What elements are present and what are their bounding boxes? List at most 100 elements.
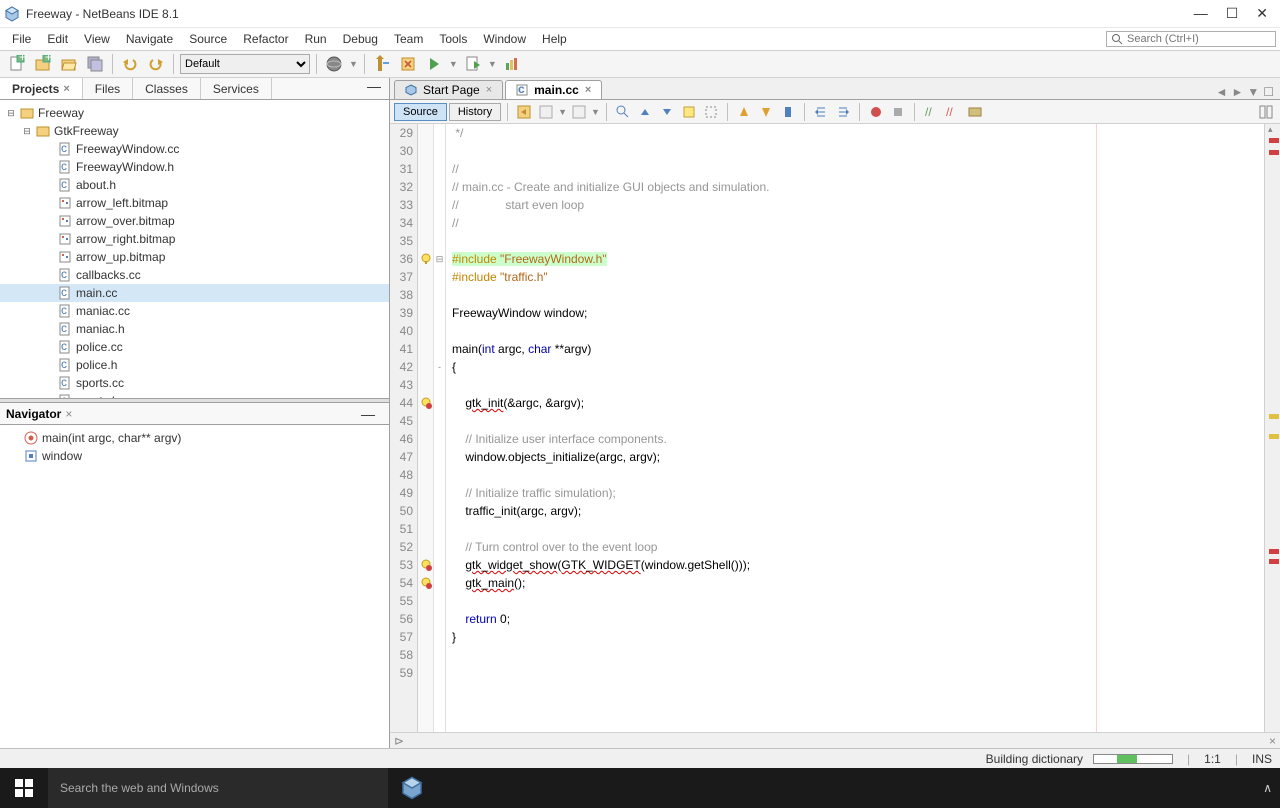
- split-icon[interactable]: [1256, 102, 1276, 122]
- menu-edit[interactable]: Edit: [39, 30, 76, 48]
- shift-right-icon[interactable]: [833, 102, 853, 122]
- tab-projects[interactable]: Projects×: [0, 78, 83, 99]
- nav-back-icon[interactable]: [514, 102, 534, 122]
- code-area[interactable]: 2930313233343536373839404142434445464748…: [390, 124, 1280, 732]
- tray-up-icon[interactable]: ∧: [1263, 781, 1272, 795]
- glyph-margin[interactable]: [418, 124, 434, 732]
- scroll-left-icon[interactable]: ⊳: [394, 734, 404, 748]
- menu-run[interactable]: Run: [297, 30, 335, 48]
- toggle-highlight-icon[interactable]: [679, 102, 699, 122]
- dropdown-icon[interactable]: ▼: [558, 107, 567, 117]
- menu-debug[interactable]: Debug: [335, 30, 386, 48]
- next-tab-icon[interactable]: ►: [1231, 85, 1243, 99]
- menu-file[interactable]: File: [4, 30, 39, 48]
- close-icon[interactable]: ×: [585, 84, 591, 96]
- maximize-icon[interactable]: ☐: [1263, 85, 1274, 99]
- find-next-icon[interactable]: [657, 102, 677, 122]
- tree-file[interactable]: cpolice.cc: [0, 338, 389, 356]
- error-marker[interactable]: [1269, 150, 1279, 155]
- tree-file[interactable]: arrow_over.bitmap: [0, 212, 389, 230]
- tree-project-root[interactable]: ⊟Freeway: [0, 104, 389, 122]
- menu-team[interactable]: Team: [386, 30, 431, 48]
- clean-build-icon[interactable]: [397, 53, 419, 75]
- dropdown-icon[interactable]: ▼: [591, 107, 600, 117]
- tree-file[interactable]: arrow_left.bitmap: [0, 194, 389, 212]
- code-editor[interactable]: *///// main.cc - Create and initialize G…: [446, 124, 1264, 732]
- macro-stop-icon[interactable]: [888, 102, 908, 122]
- toggle-bookmark-icon[interactable]: [778, 102, 798, 122]
- navigator-body[interactable]: main(int argc, char** argv) window: [0, 425, 389, 748]
- uncomment-icon[interactable]: //: [943, 102, 963, 122]
- dropdown-icon[interactable]: ▼: [349, 59, 358, 69]
- taskbar-search[interactable]: Search the web and Windows: [48, 768, 388, 808]
- start-button[interactable]: [0, 768, 48, 808]
- close-icon[interactable]: ×: [65, 407, 72, 421]
- menu-navigate[interactable]: Navigate: [118, 30, 181, 48]
- tree-file[interactable]: cpolice.h: [0, 356, 389, 374]
- minimize-button[interactable]: —: [1194, 5, 1208, 22]
- menu-view[interactable]: View: [76, 30, 118, 48]
- run-icon[interactable]: [423, 53, 445, 75]
- error-marker[interactable]: [1269, 559, 1279, 564]
- build-icon[interactable]: [371, 53, 393, 75]
- new-project-icon[interactable]: +: [32, 53, 54, 75]
- menu-help[interactable]: Help: [534, 30, 575, 48]
- tab-classes[interactable]: Classes: [133, 78, 201, 99]
- dropdown-icon[interactable]: ▼: [488, 59, 497, 69]
- next-bookmark-icon[interactable]: [756, 102, 776, 122]
- navigator-item[interactable]: window: [0, 447, 389, 465]
- redo-icon[interactable]: [145, 53, 167, 75]
- warning-marker[interactable]: [1269, 434, 1279, 439]
- close-icon[interactable]: ×: [486, 84, 492, 96]
- warning-marker[interactable]: [1269, 414, 1279, 419]
- save-all-icon[interactable]: [84, 53, 106, 75]
- minimize-panel-icon[interactable]: —: [353, 406, 383, 422]
- menu-window[interactable]: Window: [475, 30, 534, 48]
- overview-ruler[interactable]: ▴: [1264, 124, 1280, 732]
- search-input[interactable]: [1127, 33, 1271, 45]
- menu-tools[interactable]: Tools: [431, 30, 475, 48]
- macro-record-icon[interactable]: [866, 102, 886, 122]
- config-dropdown[interactable]: Default: [180, 54, 310, 74]
- open-project-icon[interactable]: [58, 53, 80, 75]
- tree-file[interactable]: cmaniac.h: [0, 320, 389, 338]
- close-icon[interactable]: ×: [1269, 734, 1276, 748]
- menu-refactor[interactable]: Refactor: [235, 30, 296, 48]
- taskbar-netbeans-icon[interactable]: [388, 768, 436, 808]
- toggle-rect-icon[interactable]: [701, 102, 721, 122]
- goto-icon[interactable]: [965, 102, 985, 122]
- editor-tab-maincc[interactable]: c main.cc ×: [505, 80, 602, 99]
- comment-icon[interactable]: //: [921, 102, 941, 122]
- tree-folder[interactable]: ⊟GtkFreeway: [0, 122, 389, 140]
- history-view-button[interactable]: History: [449, 103, 501, 121]
- tree-file[interactable]: cmaniac.cc: [0, 302, 389, 320]
- tree-file[interactable]: cFreewayWindow.cc: [0, 140, 389, 158]
- close-button[interactable]: ✕: [1256, 5, 1268, 22]
- new-file-icon[interactable]: +: [6, 53, 28, 75]
- tree-file[interactable]: csports.cc: [0, 374, 389, 392]
- tree-file[interactable]: arrow_right.bitmap: [0, 230, 389, 248]
- fold-margin[interactable]: ⊟-: [434, 124, 446, 732]
- prev-bookmark-icon[interactable]: [734, 102, 754, 122]
- undo-icon[interactable]: [119, 53, 141, 75]
- error-marker[interactable]: [1269, 138, 1279, 143]
- prev-tab-icon[interactable]: ◄: [1216, 85, 1228, 99]
- shift-left-icon[interactable]: [811, 102, 831, 122]
- tree-file[interactable]: ccallbacks.cc: [0, 266, 389, 284]
- tab-services[interactable]: Services: [201, 78, 272, 99]
- editor-tab-startpage[interactable]: Start Page ×: [394, 80, 503, 99]
- minimize-panel-icon[interactable]: —: [359, 78, 389, 99]
- maximize-button[interactable]: ☐: [1226, 5, 1239, 22]
- tree-file[interactable]: cabout.h: [0, 176, 389, 194]
- tab-list-icon[interactable]: ▼: [1247, 85, 1259, 99]
- tab-files[interactable]: Files: [83, 78, 133, 99]
- tree-file[interactable]: cFreewayWindow.h: [0, 158, 389, 176]
- nav-fwd-icon[interactable]: [536, 102, 556, 122]
- search-box[interactable]: [1106, 31, 1276, 47]
- find-selection-icon[interactable]: [613, 102, 633, 122]
- find-prev-icon[interactable]: [635, 102, 655, 122]
- source-view-button[interactable]: Source: [394, 103, 447, 121]
- dropdown-icon[interactable]: ▼: [449, 59, 458, 69]
- project-tree[interactable]: ⊟Freeway⊟GtkFreewaycFreewayWindow.cccFre…: [0, 100, 389, 398]
- line-number-gutter[interactable]: 2930313233343536373839404142434445464748…: [390, 124, 418, 732]
